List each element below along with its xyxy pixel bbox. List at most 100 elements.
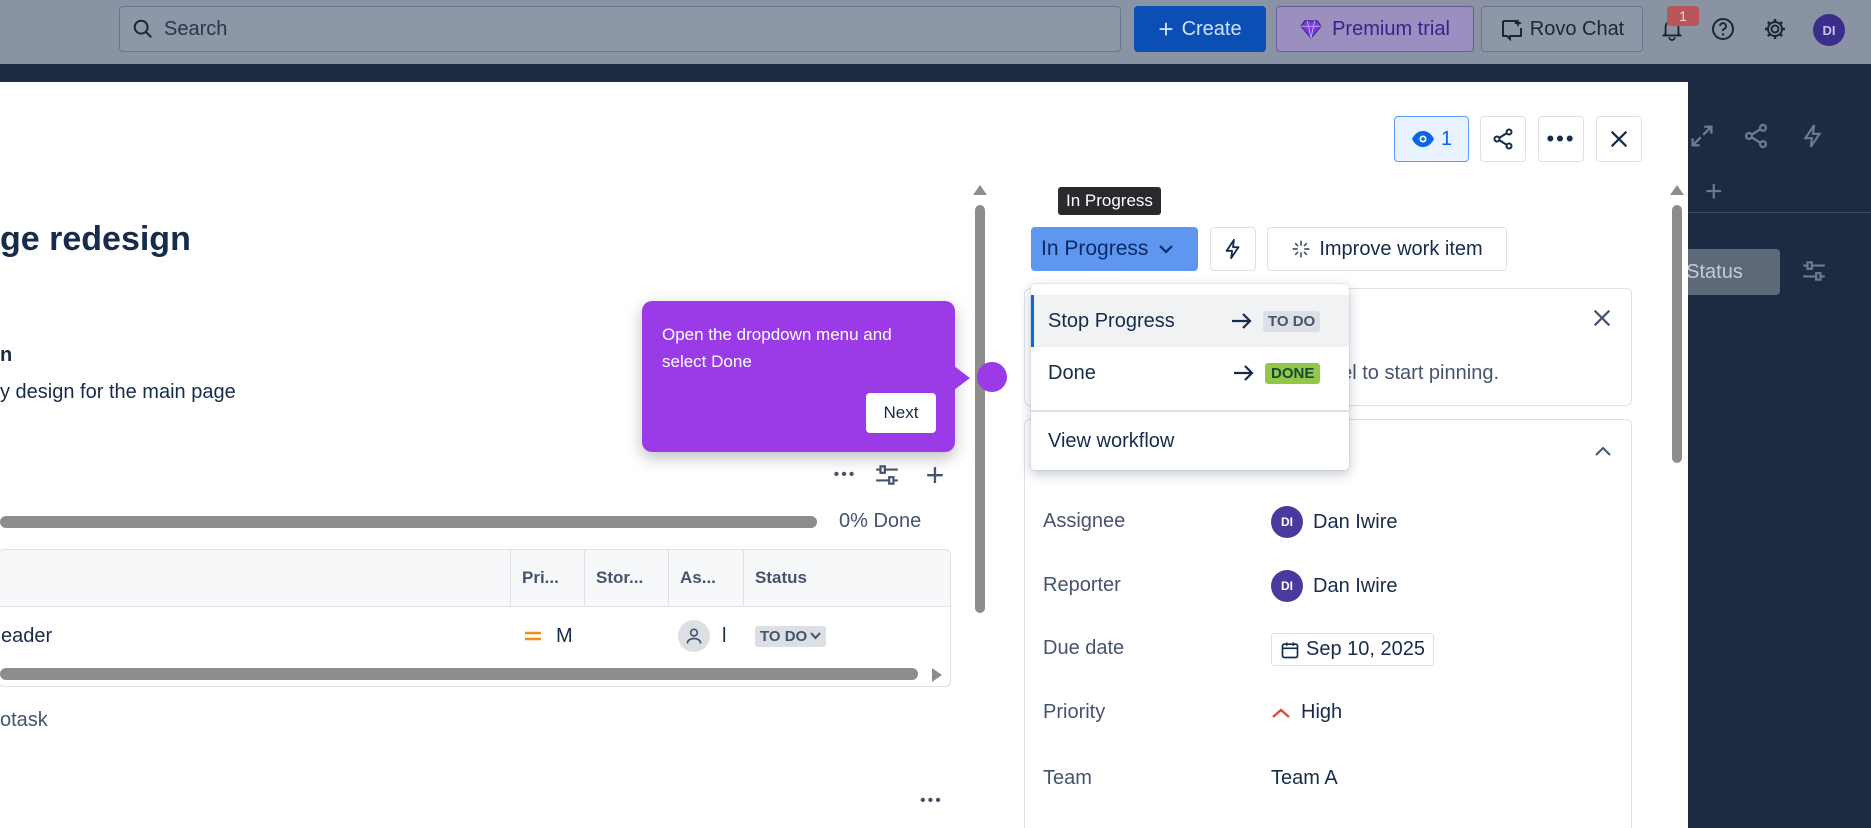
gear-icon [1765, 19, 1785, 39]
assignee-label: Assignee [1043, 510, 1126, 532]
table-header-priority[interactable]: Pri... [510, 550, 584, 607]
progress-text: 0% Done [839, 510, 922, 532]
create-label: Create [1181, 17, 1242, 40]
collapse-details-button[interactable] [1594, 444, 1612, 462]
onboarding-text: Open the dropdown menu and select Done [662, 325, 892, 371]
sparkle-icon [1292, 240, 1310, 258]
progress-bar [0, 516, 817, 528]
premium-trial-button[interactable]: Premium trial [1276, 6, 1474, 52]
close-pinned-button[interactable] [1591, 307, 1613, 334]
scroll-up-arrow[interactable] [1670, 185, 1684, 195]
status-dropdown-button[interactable]: In Progress [1031, 227, 1198, 271]
next-button[interactable]: Next [866, 393, 936, 433]
menu-divider [1031, 410, 1349, 412]
priority-medium-icon [525, 631, 541, 641]
left-panel-scrollbar[interactable] [975, 205, 985, 613]
bolt-icon [1225, 238, 1240, 260]
menu-item-view-workflow[interactable]: View workflow [1031, 416, 1349, 466]
expand-icon [1688, 122, 1718, 152]
table-header-status[interactable]: Status [743, 550, 950, 607]
description-heading: n [0, 344, 13, 366]
table-row-priority[interactable]: M [524, 608, 573, 664]
filter-icon [876, 465, 898, 485]
bolt-icon-bg [1800, 122, 1830, 152]
team-field[interactable]: Team A [1271, 767, 1338, 790]
chevron-down-icon [1159, 245, 1174, 254]
share-button[interactable] [1480, 116, 1526, 162]
priority-high-icon [1272, 707, 1290, 718]
menu-item-label: Done [1048, 361, 1096, 384]
table-row-assignee[interactable]: l [678, 608, 726, 664]
child-more-button[interactable]: ••• [828, 460, 862, 490]
table-header-story-points[interactable]: Stor... [584, 550, 668, 607]
watch-count: 1 [1440, 127, 1453, 150]
plus-icon: + [925, 457, 945, 493]
eye-icon [1411, 131, 1434, 147]
gem-icon [1300, 20, 1322, 39]
status-label: In Progress [1041, 237, 1149, 260]
pin-hint-text: bel to start pinning. [1330, 362, 1499, 384]
priority-label: Priority [1043, 701, 1106, 723]
reporter-label: Reporter [1043, 574, 1121, 596]
table-row-status[interactable]: TO DO [755, 608, 827, 664]
description-text[interactable]: y design for the main page [0, 381, 236, 404]
more-icon: ••• [1546, 126, 1576, 151]
create-button[interactable]: + Create [1134, 6, 1266, 52]
help-button[interactable] [1708, 14, 1738, 44]
scroll-right-arrow[interactable] [932, 668, 942, 682]
popup-pointer [954, 366, 970, 390]
work-item-title: ge redesign [0, 220, 191, 258]
user-avatar[interactable]: DI [1813, 14, 1845, 46]
child-filter-button[interactable] [870, 460, 904, 490]
watch-button[interactable]: 1 [1394, 116, 1469, 162]
child-items-table: Pri... Stor... As... Status eader M l TO… [0, 549, 951, 687]
status-transition-menu: Stop Progress TO DO Done DONE View workf… [1031, 284, 1349, 470]
chevron-up-icon [1595, 446, 1611, 456]
onboarding-popup: Open the dropdown menu and select Done N… [642, 301, 955, 452]
plus-icon: + [1158, 14, 1174, 44]
help-icon [1712, 18, 1734, 40]
arrow-right-icon [1234, 365, 1254, 381]
onboarding-beacon[interactable] [977, 362, 1007, 392]
table-horizontal-scrollbar[interactable] [0, 668, 918, 680]
more-icon[interactable]: ••• [920, 792, 943, 810]
menu-item-stop-progress[interactable]: Stop Progress TO DO [1031, 295, 1349, 347]
more-icon: ••• [833, 466, 857, 483]
todo-lozenge: TO DO [1263, 310, 1321, 332]
search-icon [133, 19, 152, 38]
assignee-field[interactable]: DI Dan Iwire [1271, 506, 1397, 538]
add-child-button[interactable]: + [918, 457, 952, 493]
arrow-right-icon [1232, 313, 1252, 329]
settings-button[interactable] [1760, 14, 1790, 44]
divider [1688, 212, 1871, 213]
avatar: DI [1271, 506, 1303, 538]
status-lozenge[interactable]: TO DO [755, 625, 827, 647]
close-icon [1610, 130, 1628, 148]
scroll-up-arrow[interactable] [973, 185, 987, 195]
team-label: Team [1043, 767, 1092, 789]
right-panel-scrollbar[interactable] [1672, 205, 1682, 463]
notification-badge: 1 [1667, 6, 1699, 26]
close-modal-button[interactable] [1596, 116, 1642, 162]
priority-field[interactable]: High [1271, 701, 1342, 724]
menu-item-done[interactable]: Done DONE [1031, 347, 1349, 399]
assignee-value: l [722, 624, 727, 647]
rovo-chat-button[interactable]: Rovo Chat [1481, 6, 1643, 52]
automation-button[interactable] [1210, 227, 1256, 271]
team-value: Team A [1271, 767, 1338, 789]
close-icon [1593, 309, 1611, 327]
due-date-box[interactable]: Sep 10, 2025 [1271, 633, 1434, 666]
create-subtask-link[interactable]: otask [0, 709, 48, 732]
due-date-field[interactable]: Sep 10, 2025 [1271, 633, 1434, 666]
rovo-label: Rovo Chat [1529, 17, 1625, 40]
reporter-field[interactable]: DI Dan Iwire [1271, 570, 1397, 602]
more-actions-button[interactable]: ••• [1538, 116, 1584, 162]
assignee-value: Dan Iwire [1313, 510, 1398, 533]
table-row-summary[interactable]: eader [1, 608, 52, 664]
search-input[interactable]: Search [119, 6, 1121, 52]
improve-work-item-button[interactable]: Improve work item [1267, 227, 1507, 271]
table-header-assignee[interactable]: As... [668, 550, 743, 607]
status-value: TO DO [760, 627, 808, 645]
status-tooltip: In Progress [1058, 187, 1161, 215]
chat-sparkle-icon [1501, 19, 1522, 41]
